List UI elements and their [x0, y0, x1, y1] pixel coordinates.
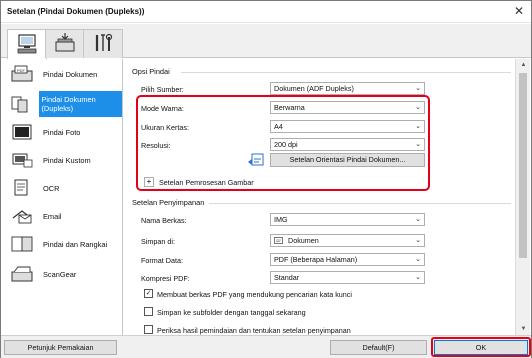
chevron-down-icon: ⌄: [415, 237, 421, 244]
searchable-pdf-checkbox[interactable]: ✓: [144, 289, 153, 298]
sidebar-item-email[interactable]: Email: [1, 203, 122, 229]
checkmark-icon: ✓: [145, 290, 152, 297]
sidebar-item-label: Pindai Dokumen (Dupleks): [41, 95, 96, 113]
sidebar-item-pindai-kustom[interactable]: Pindai Kustom: [1, 147, 122, 173]
vertical-scrollbar[interactable]: ▲ ▼: [515, 59, 530, 335]
source-label: Pilih Sumber:: [141, 85, 184, 94]
chevron-down-icon: ⌄: [415, 274, 421, 281]
save-in-select[interactable]: Dokumen ⌄: [270, 234, 425, 247]
subfolder-date-label: Simpan ke subfolder dengan tanggal sekar…: [157, 308, 306, 317]
sidebar-item-label: Pindai Kustom: [43, 155, 91, 165]
scan-and-stitch-icon: [1, 234, 43, 254]
searchable-pdf-label: Membuat berkas PDF yang mendukung pencar…: [157, 290, 352, 299]
sidebar-item-label: ScanGear: [43, 269, 77, 279]
title-bar: Setelan (Pindai Dokumen (Dupleks)) ✕: [1, 1, 531, 23]
save-in-value: Dokumen: [288, 236, 319, 245]
chevron-down-icon: ⌄: [415, 216, 421, 223]
pdf-compression-select[interactable]: Standar ⌄: [270, 271, 425, 284]
subfolder-date-checkbox[interactable]: [144, 307, 153, 316]
instructions-button[interactable]: Petunjuk Pemakaian: [4, 340, 117, 355]
section-divider: [181, 72, 511, 73]
sidebar-item-scangear[interactable]: ScanGear: [1, 261, 122, 287]
document-scan-icon: PDF: [1, 64, 43, 84]
save-in-label: Simpan di:: [141, 237, 175, 246]
sidebar-item-ocr[interactable]: OCR: [1, 175, 122, 201]
scan-options-title: Opsi Pindai: [132, 67, 170, 76]
general-settings-icon: [92, 33, 114, 55]
check-results-checkbox[interactable]: [144, 325, 153, 334]
chevron-down-icon: ⌄: [415, 256, 421, 263]
defaults-button[interactable]: Default(F): [330, 340, 427, 355]
source-value: Dokumen (ADF Dupleks): [274, 84, 354, 93]
ok-highlight-frame: [431, 337, 531, 357]
highlight-frame: [136, 95, 430, 191]
settings-dialog: Setelan (Pindai Dokumen (Dupleks)) ✕ PDF…: [0, 0, 532, 358]
chevron-down-icon: ⌄: [415, 85, 421, 92]
custom-scan-icon: [1, 150, 43, 170]
pdf-compression-label: Kompresi PDF:: [141, 274, 190, 283]
source-select[interactable]: Dokumen (ADF Dupleks) ⌄: [270, 82, 425, 95]
file-name-value: IMG: [274, 215, 288, 224]
tab-bar: [1, 24, 531, 59]
photo-scan-icon: [1, 122, 43, 142]
scroll-up-icon[interactable]: ▲: [516, 59, 531, 71]
ocr-icon: [1, 178, 43, 198]
scroll-down-icon[interactable]: ▼: [516, 323, 531, 335]
tab-scan-from-computer[interactable]: [7, 29, 47, 59]
tab-general-settings[interactable]: [83, 29, 123, 58]
duplex-scan-icon: [1, 91, 40, 117]
scan-from-computer-icon: [16, 33, 38, 56]
close-button[interactable]: ✕: [511, 4, 527, 20]
sidebar-item-pindai-dan-rangkai[interactable]: Pindai dan Rangkai: [1, 231, 122, 257]
scangear-icon: [1, 264, 43, 284]
section-divider: [209, 203, 511, 204]
sidebar-item-label: Pindai Dokumen: [43, 69, 98, 79]
pdf-compression-value: Standar: [274, 273, 300, 282]
sidebar-item-label: Pindai Foto: [43, 127, 81, 137]
data-format-label: Format Data:: [141, 256, 183, 265]
tab-scan-from-panel[interactable]: [45, 29, 85, 58]
sidebar: PDF Pindai Dokumen Pindai Dokumen (Duple…: [1, 59, 123, 335]
sidebar-item-pindai-dokumen[interactable]: PDF Pindai Dokumen: [1, 61, 122, 87]
sidebar-item-label: Pindai dan Rangkai: [43, 239, 108, 249]
file-name-select[interactable]: IMG ⌄: [270, 213, 425, 226]
data-format-value: PDF (Beberapa Halaman): [274, 255, 358, 264]
window-title: Setelan (Pindai Dokumen (Dupleks)): [7, 7, 145, 16]
data-format-select[interactable]: PDF (Beberapa Halaman) ⌄: [270, 253, 425, 266]
svg-text:PDF: PDF: [17, 68, 26, 73]
check-results-label: Periksa hasil pemindaian dan tentukan se…: [157, 326, 351, 335]
sidebar-item-pindai-foto[interactable]: Pindai Foto: [1, 119, 122, 145]
email-icon: [1, 206, 43, 226]
save-settings-title: Setelan Penyimpanan: [132, 198, 205, 207]
scan-from-panel-icon: [54, 33, 76, 55]
sidebar-item-pindai-dokumen-dupleks[interactable]: Pindai Dokumen (Dupleks): [1, 91, 122, 117]
scroll-thumb[interactable]: [519, 73, 527, 258]
folder-icon: [274, 236, 283, 247]
sidebar-item-label: OCR: [43, 183, 60, 193]
file-name-label: Nama Berkas:: [141, 216, 187, 225]
sidebar-item-label: Email: [43, 211, 62, 221]
